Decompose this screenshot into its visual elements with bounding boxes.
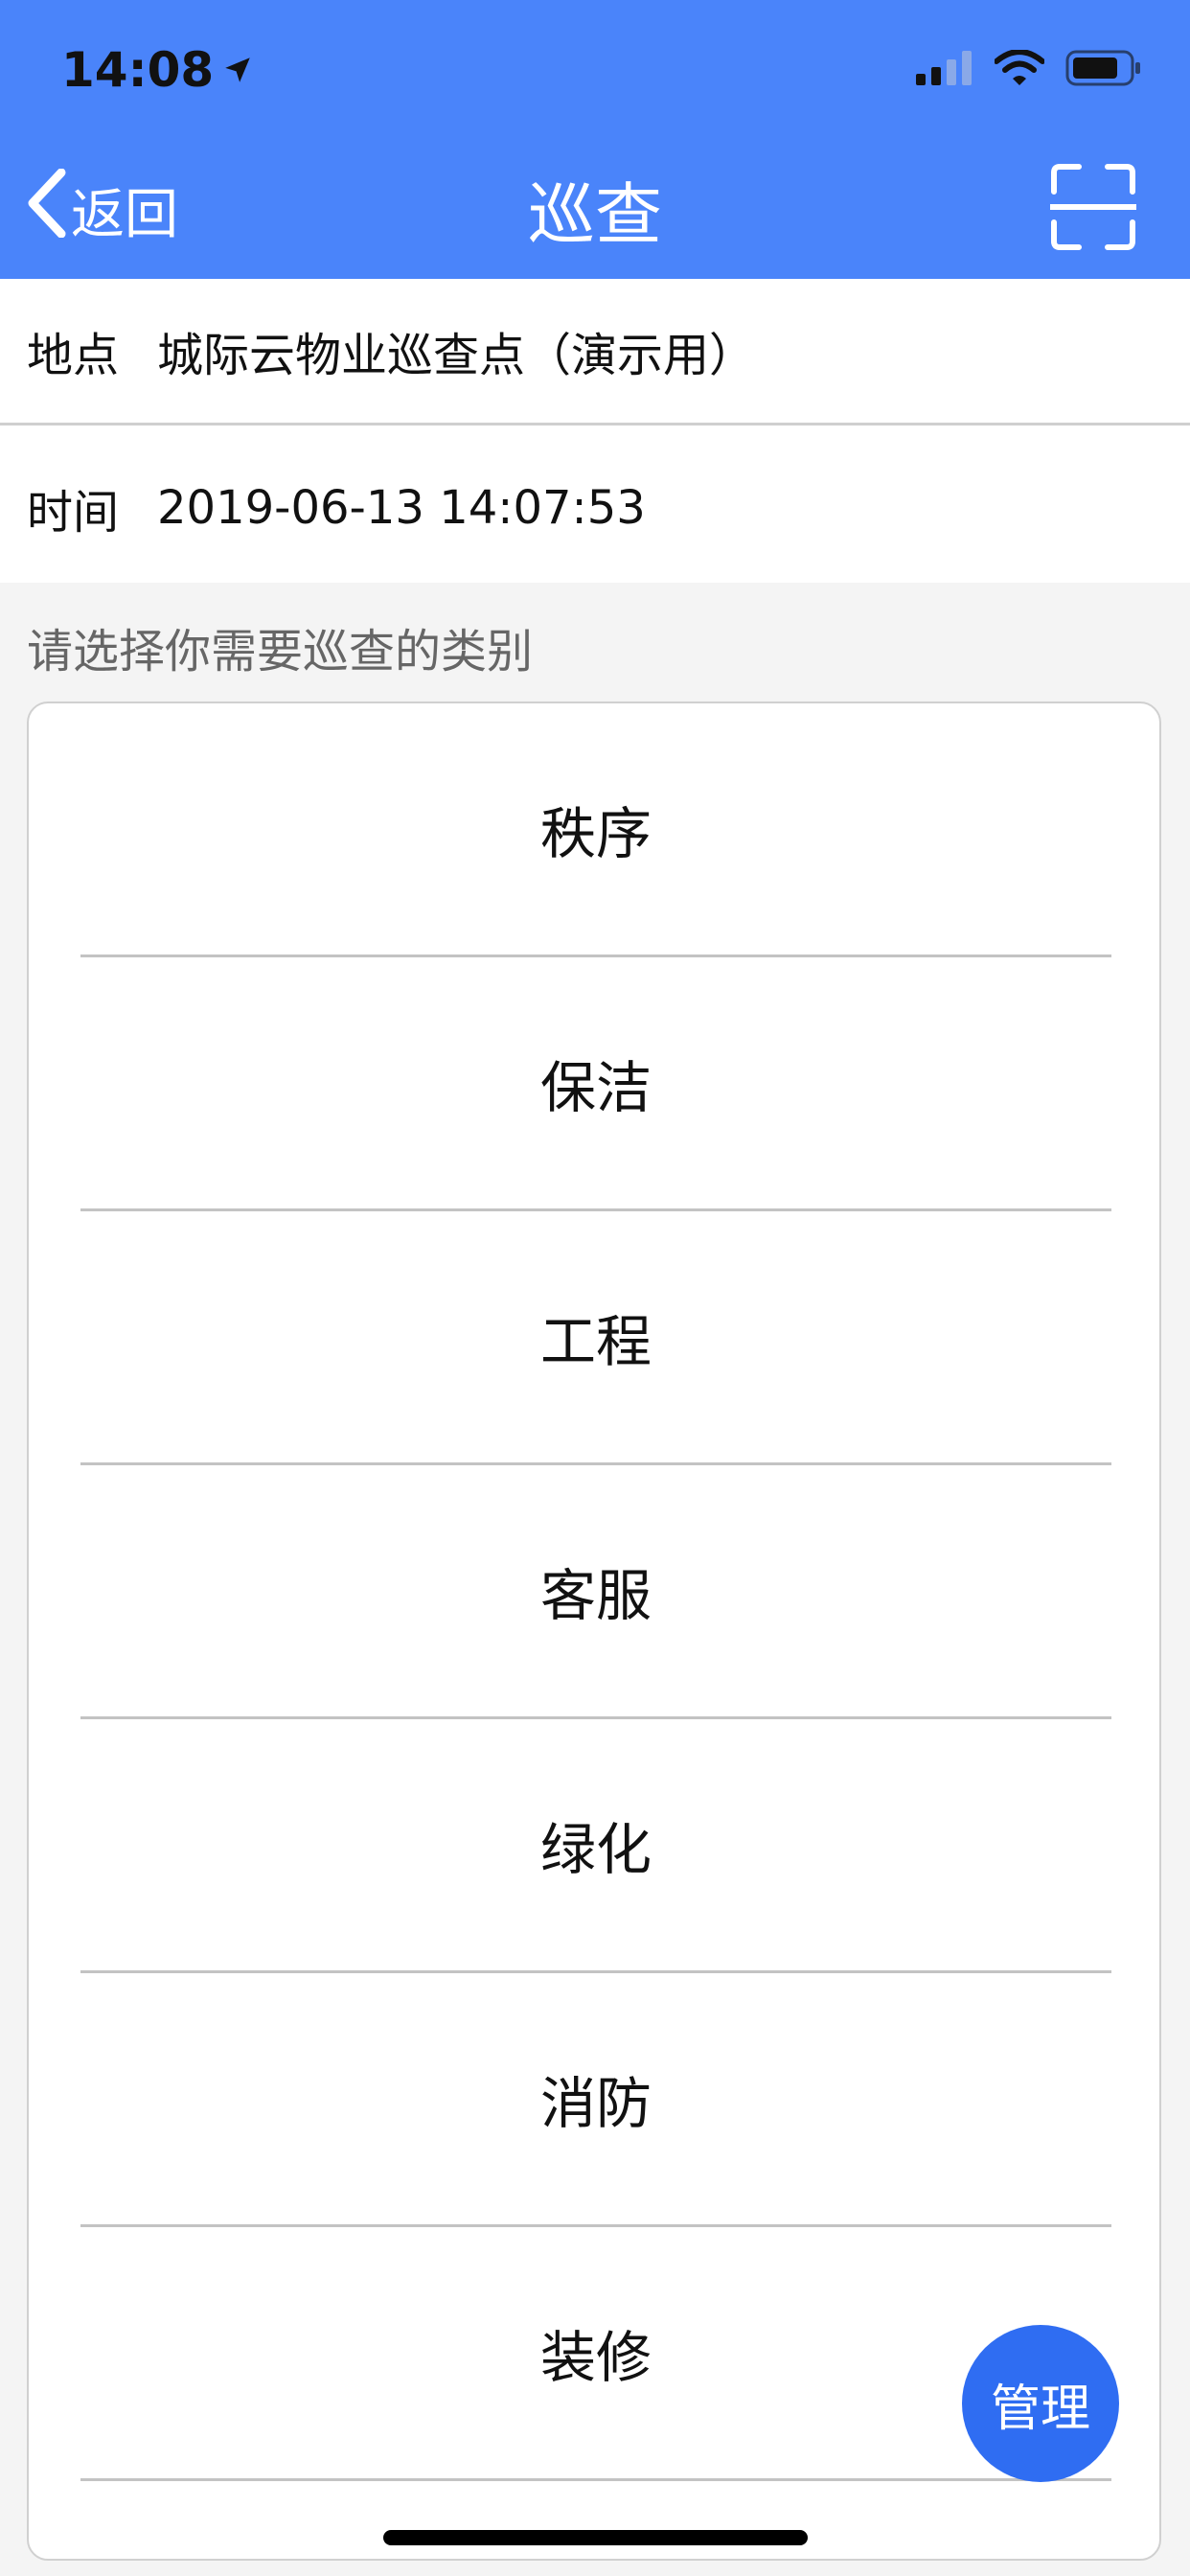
location-label: 地点 [27, 329, 120, 382]
header-bar: 14:08 返回 巡查 [0, 0, 1190, 279]
time-value: 2019-06-13 14:07:53 [157, 481, 646, 535]
time-row: 时间 2019-06-13 14:07:53 [0, 426, 1190, 583]
signal-icon [916, 51, 973, 89]
status-time: 14:08 [61, 42, 254, 98]
scan-button[interactable] [1047, 163, 1139, 251]
home-indicator[interactable] [383, 2530, 808, 2545]
category-item-order[interactable]: 秩序 [80, 703, 1111, 957]
manage-button[interactable]: 管理 [962, 2325, 1119, 2482]
category-item-customer-service[interactable]: 客服 [80, 1465, 1111, 1719]
category-item-greening[interactable]: 绿化 [80, 1719, 1111, 1973]
location-arrow-icon [221, 42, 254, 98]
page-title: 巡查 [528, 175, 662, 254]
location-value: 城际云物业巡查点（演示用） [157, 329, 756, 382]
category-card: 秩序 保洁 工程 客服 绿化 消防 装修 [27, 702, 1161, 2561]
category-item-decoration[interactable]: 装修 [80, 2227, 1111, 2481]
category-prompt: 请选择你需要巡查的类别 [27, 625, 534, 678]
category-item-fire-protection[interactable]: 消防 [80, 1973, 1111, 2227]
status-icons [916, 49, 1142, 90]
status-time-text: 14:08 [61, 42, 215, 98]
battery-icon [1065, 50, 1142, 90]
category-item-cleaning[interactable]: 保洁 [80, 957, 1111, 1211]
location-row: 地点 城际云物业巡查点（演示用） [0, 279, 1190, 423]
category-item-engineering[interactable]: 工程 [80, 1211, 1111, 1465]
time-label: 时间 [27, 486, 120, 540]
wifi-icon [994, 49, 1045, 90]
scan-icon [1047, 164, 1139, 250]
